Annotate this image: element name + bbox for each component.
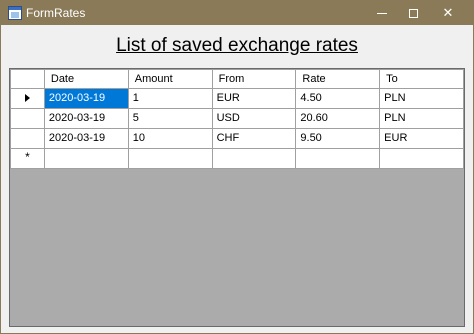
cell-rate[interactable]: 9.50 [295, 128, 381, 149]
close-icon: ✕ [442, 5, 454, 20]
app-window-icon [8, 6, 22, 20]
cell-rate[interactable]: 4.50 [295, 88, 381, 109]
title-bar[interactable]: FormRates ✕ [1, 1, 473, 25]
column-header-to[interactable]: To [379, 69, 464, 89]
cell-amount[interactable]: 10 [127, 128, 213, 149]
new-cell-rate[interactable] [295, 148, 381, 169]
table-row[interactable]: 2020-03-19 5 USD 20.60 PLN [10, 108, 464, 129]
window-title: FormRates [26, 6, 86, 20]
row-header-cell[interactable] [10, 88, 45, 109]
cell-date[interactable]: 2020-03-19 [43, 88, 129, 109]
column-header-date[interactable]: Date [43, 69, 129, 89]
corner-header-cell[interactable] [10, 69, 45, 89]
cell-amount[interactable]: 1 [127, 88, 213, 109]
column-header-from[interactable]: From [211, 69, 297, 89]
new-cell-date[interactable] [43, 148, 129, 169]
new-cell-from[interactable] [211, 148, 297, 169]
new-cell-amount[interactable] [127, 148, 213, 169]
rates-data-grid[interactable]: Date Amount From Rate To 2020-03-19 1 EU… [9, 68, 465, 327]
row-header-cell[interactable] [10, 108, 45, 129]
cell-date[interactable]: 2020-03-19 [43, 128, 129, 149]
table-row[interactable]: 2020-03-19 10 CHF 9.50 EUR [10, 128, 464, 149]
cell-to[interactable]: EUR [379, 128, 464, 149]
cell-date[interactable]: 2020-03-19 [43, 108, 129, 129]
cell-from[interactable]: USD [211, 108, 297, 129]
new-row-header-cell[interactable]: * [10, 148, 45, 169]
column-header-amount[interactable]: Amount [127, 69, 213, 89]
minimize-icon [377, 13, 387, 15]
maximize-icon [408, 9, 418, 19]
close-button[interactable]: ✕ [425, 1, 471, 25]
cell-amount[interactable]: 5 [127, 108, 213, 129]
page-title: List of saved exchange rates [116, 35, 358, 56]
form-rates-window: FormRates ✕ List of saved exchange rates… [0, 0, 474, 334]
column-header-rate[interactable]: Rate [295, 69, 381, 89]
new-row[interactable]: * [10, 148, 464, 169]
cell-rate[interactable]: 20.60 [295, 108, 381, 129]
cell-from[interactable]: EUR [211, 88, 297, 109]
row-header-cell[interactable] [10, 128, 45, 149]
rates-table: Date Amount From Rate To 2020-03-19 1 EU… [10, 69, 464, 169]
new-row-marker: * [25, 150, 30, 164]
cell-to[interactable]: PLN [379, 88, 464, 109]
table-row[interactable]: 2020-03-19 1 EUR 4.50 PLN [10, 88, 464, 109]
current-row-arrow-icon [24, 94, 30, 103]
new-cell-to[interactable] [379, 148, 464, 169]
header-row: Date Amount From Rate To [10, 69, 464, 89]
cell-from[interactable]: CHF [211, 128, 297, 149]
cell-to[interactable]: PLN [379, 108, 464, 129]
